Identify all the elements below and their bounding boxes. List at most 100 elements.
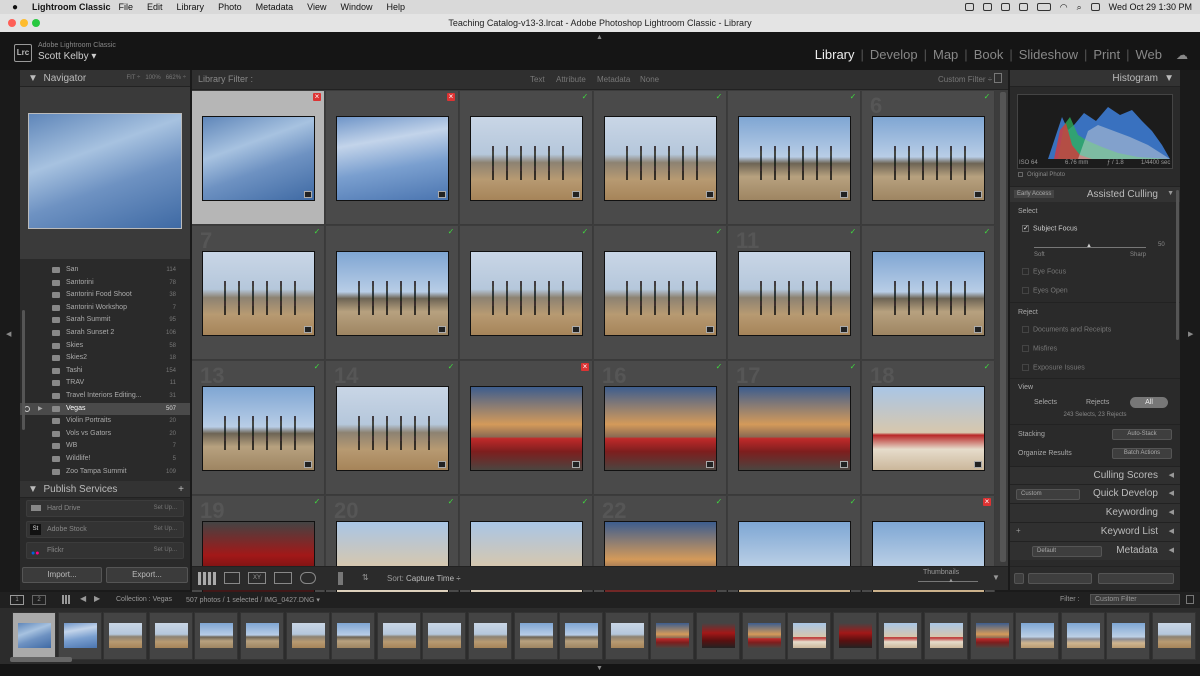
folder-item[interactable]: Skies 58: [20, 340, 190, 353]
photo-thumbnail[interactable]: [872, 386, 985, 471]
assisted-culling-header[interactable]: Early Access Assisted Culling ▼: [1010, 186, 1180, 202]
photo-thumbnail[interactable]: [604, 386, 717, 471]
close-window-button[interactable]: [8, 19, 16, 27]
photo-thumbnail[interactable]: [604, 116, 717, 201]
auto-stack-button[interactable]: Auto-Stack: [1112, 429, 1172, 440]
filmstrip-cell[interactable]: [878, 612, 923, 660]
grid-cell[interactable]: ✓: [460, 226, 593, 360]
filmstrip-cell[interactable]: [240, 612, 284, 660]
photo-thumbnail[interactable]: [336, 116, 449, 201]
grid-cell[interactable]: ×: [460, 361, 593, 495]
batch-actions-button[interactable]: Batch Actions: [1112, 448, 1172, 459]
filmstrip-thumbnail[interactable]: [975, 623, 1009, 648]
module-library[interactable]: Library: [809, 47, 861, 62]
grid-icon[interactable]: [62, 595, 71, 604]
minimize-window-button[interactable]: [20, 19, 28, 27]
reject-exposure-checkbox[interactable]: Exposure Issues: [1022, 364, 1085, 371]
grid-cell[interactable]: ×: [192, 91, 325, 225]
pick-flag-icon[interactable]: ✓: [313, 363, 321, 371]
filmstrip-cell[interactable]: [650, 612, 695, 660]
grid-cell[interactable]: ✓: [728, 91, 861, 225]
edited-badge-icon[interactable]: [840, 326, 848, 333]
folder-item[interactable]: Wildlife! 5: [20, 453, 190, 466]
keyword-list-header[interactable]: + Keyword List ◀: [1010, 522, 1180, 541]
saved-preset-dropdown[interactable]: Custom: [1016, 489, 1080, 500]
edited-badge-icon[interactable]: [840, 191, 848, 198]
expand-icon[interactable]: ◀: [1169, 471, 1174, 479]
filmstrip-cell[interactable]: [468, 612, 512, 660]
status-icon[interactable]: [982, 3, 992, 11]
zoom-100[interactable]: 100%: [145, 75, 160, 81]
reject-flag-icon[interactable]: ×: [983, 498, 991, 506]
filmstrip-cell[interactable]: [1152, 612, 1196, 660]
edited-badge-icon[interactable]: [438, 461, 446, 468]
menu-window[interactable]: Window: [340, 2, 372, 12]
filmstrip-thumbnail[interactable]: [291, 623, 325, 648]
filmstrip-thumbnail[interactable]: [747, 623, 781, 648]
menu-view[interactable]: View: [307, 2, 326, 12]
collection-source[interactable]: Collection : Vegas: [116, 596, 172, 603]
grid-cell[interactable]: ×: [326, 91, 459, 225]
filmstrip-thumbnail[interactable]: [382, 623, 416, 648]
folder-item[interactable]: Zoo Tampa Summit 109: [20, 466, 190, 479]
filmstrip-thumbnail[interactable]: [519, 623, 553, 648]
custom-filter-dropdown[interactable]: Custom Filter ÷: [938, 75, 992, 84]
filmstrip-thumbnail[interactable]: [930, 623, 963, 648]
module-develop[interactable]: Develop: [864, 47, 924, 62]
grid-cell[interactable]: ✓: [326, 226, 459, 360]
grid-cell[interactable]: 7 ✓: [192, 226, 325, 360]
module-slideshow[interactable]: Slideshow: [1013, 47, 1084, 62]
photo-thumbnail[interactable]: [738, 251, 851, 336]
pick-flag-icon[interactable]: ✓: [447, 228, 455, 236]
grid-cell[interactable]: ✓: [594, 91, 727, 225]
filter-toggle-icon[interactable]: [1186, 595, 1194, 604]
filmstrip-cell[interactable]: [57, 612, 102, 660]
filmstrip-cell[interactable]: [12, 612, 56, 660]
photo-thumbnail[interactable]: [738, 116, 851, 201]
filmstrip-cell[interactable]: [148, 612, 193, 660]
survey-view-icon[interactable]: [274, 572, 292, 584]
filmstrip-thumbnail[interactable]: [1066, 623, 1100, 648]
grid-cell[interactable]: 17 ✓: [728, 361, 861, 495]
grid-cell[interactable]: ✓: [594, 226, 727, 360]
filmstrip-thumbnail[interactable]: [884, 623, 918, 648]
zoom-fit[interactable]: FIT ÷: [126, 75, 140, 81]
grid-cell[interactable]: 11 ✓: [728, 226, 861, 360]
folder-item[interactable]: Santorini Food Shoot 38: [20, 289, 190, 302]
keywording-header[interactable]: Keywording ◀: [1010, 503, 1180, 522]
reject-documents-checkbox[interactable]: Documents and Receipts: [1022, 326, 1111, 333]
second-window-icon[interactable]: 2: [32, 595, 46, 605]
menu-photo[interactable]: Photo: [218, 2, 242, 12]
loupe-view-icon[interactable]: [224, 572, 240, 584]
photo-thumbnail[interactable]: [872, 116, 985, 201]
reject-misfires-checkbox[interactable]: Misfires: [1022, 345, 1057, 352]
view-selects-button[interactable]: Selects: [1034, 399, 1057, 406]
expand-icon[interactable]: ◀: [1169, 546, 1174, 554]
filter-metadata[interactable]: Metadata: [597, 75, 630, 84]
filmstrip-thumbnail[interactable]: [702, 623, 735, 648]
filmstrip-thumbnail[interactable]: [428, 623, 462, 648]
filmstrip-cell[interactable]: [513, 612, 558, 660]
publish-services-header[interactable]: ▼ Publish Services +: [20, 481, 190, 498]
grid-cell[interactable]: 16 ✓: [594, 361, 727, 495]
disclosure-icon[interactable]: ▼: [1167, 190, 1174, 197]
pick-flag-icon[interactable]: ✓: [313, 228, 321, 236]
pick-flag-icon[interactable]: ✓: [581, 498, 589, 506]
filmstrip-cell[interactable]: [103, 612, 148, 660]
filmstrip-thumbnail[interactable]: [1158, 623, 1191, 648]
pick-flag-icon[interactable]: ✓: [715, 93, 723, 101]
pick-flag-icon[interactable]: ✓: [849, 498, 857, 506]
filmstrip-thumbnail[interactable]: [18, 623, 51, 648]
edited-badge-icon[interactable]: [974, 191, 982, 198]
edited-badge-icon[interactable]: [572, 461, 580, 468]
module-map[interactable]: Map: [927, 47, 964, 62]
culling-scores-header[interactable]: Culling Scores ◀: [1010, 466, 1180, 484]
top-panel-toggle[interactable]: ▲: [596, 34, 603, 41]
pick-flag-icon[interactable]: ✓: [581, 228, 589, 236]
pick-flag-icon[interactable]: ✓: [581, 93, 589, 101]
pick-flag-icon[interactable]: ✓: [447, 363, 455, 371]
export-button[interactable]: Export...: [106, 567, 188, 583]
filmstrip-thumbnail[interactable]: [610, 623, 644, 648]
zoom-custom[interactable]: 662% ÷: [166, 75, 186, 81]
identity-plate[interactable]: Scott Kelby ▾: [38, 51, 96, 62]
